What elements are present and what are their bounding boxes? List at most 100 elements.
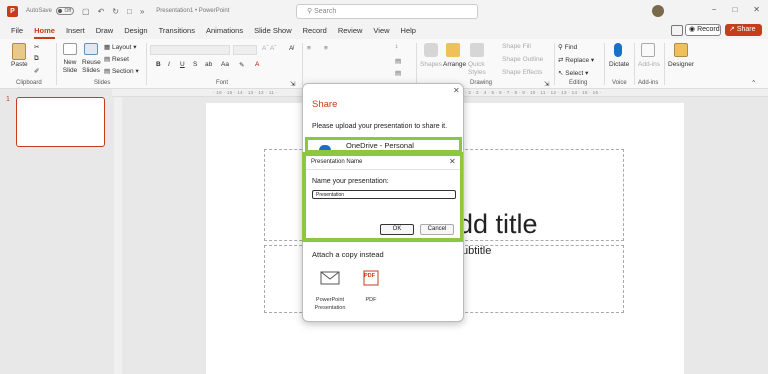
tab-home[interactable]: Home xyxy=(34,26,55,39)
voice-group-label: Voice xyxy=(612,80,627,86)
select-button[interactable]: ↖ Select ▾ xyxy=(558,69,588,77)
reset-label: Reset xyxy=(111,56,129,63)
highlight-icon[interactable]: ✎ xyxy=(239,61,244,69)
shapes-button[interactable]: Shapes xyxy=(420,61,442,68)
reuse-slides-icon[interactable] xyxy=(84,43,98,55)
subtitle-placeholder-text: ubtitle xyxy=(462,245,492,257)
paste-icon[interactable] xyxy=(12,43,26,60)
reuse-slides-button[interactable]: Reuse Slides xyxy=(82,59,101,75)
attach-pdf-option[interactable]: PDF xyxy=(361,296,381,304)
copy-icon[interactable]: ⧉ xyxy=(34,55,39,63)
cut-icon[interactable]: ✂ xyxy=(34,43,39,51)
tab-help[interactable]: Help xyxy=(401,26,416,35)
font-name-select[interactable] xyxy=(150,45,230,55)
change-case-button[interactable]: Aa xyxy=(221,61,229,68)
text-direction-icon[interactable]: ▤ xyxy=(395,69,401,77)
dialog-close-icon[interactable]: ✕ xyxy=(449,157,456,166)
format-painter-icon[interactable]: ✐ xyxy=(34,67,39,75)
slide-number: 1 xyxy=(6,96,10,103)
clear-format-icon[interactable]: A̸ xyxy=(289,45,293,52)
minimize-icon[interactable]: − xyxy=(712,5,717,14)
collapse-ribbon-icon[interactable]: ⌃ xyxy=(751,79,756,87)
bullets-icon[interactable]: ≡ xyxy=(307,45,311,52)
bold-button[interactable]: B xyxy=(156,61,161,68)
reset-button[interactable]: ▤ Reset xyxy=(104,55,129,63)
maximize-icon[interactable]: □ xyxy=(732,5,737,14)
tab-animations[interactable]: Animations xyxy=(206,26,243,35)
font-size-select[interactable] xyxy=(233,45,257,55)
ok-button[interactable]: OK xyxy=(380,224,414,235)
tab-transitions[interactable]: Transitions xyxy=(159,26,195,35)
attach-powerpoint-option[interactable]: PowerPoint Presentation xyxy=(311,296,349,312)
comments-icon[interactable] xyxy=(671,25,683,36)
envelope-icon[interactable] xyxy=(320,270,340,286)
layout-button[interactable]: ▦ Layout ▾ xyxy=(104,43,137,51)
arrange-button[interactable]: Arrange xyxy=(443,61,466,68)
underline-button[interactable]: U xyxy=(180,61,185,68)
undo-icon[interactable]: ↶ xyxy=(98,7,105,16)
select-label: Select xyxy=(565,70,584,77)
font-color-icon[interactable]: A xyxy=(255,61,259,68)
section-button[interactable]: ▤ Section ▾ xyxy=(104,67,139,75)
clipboard-group-label: Clipboard xyxy=(16,80,42,86)
quick-styles-icon[interactable] xyxy=(470,43,484,57)
present-icon[interactable]: □ xyxy=(127,7,132,16)
designer-button[interactable]: Designer xyxy=(668,61,694,68)
addins-button[interactable]: Add-ins xyxy=(638,61,660,68)
record-button[interactable]: ◉ Record xyxy=(685,24,721,36)
numbering-icon[interactable]: ≡ xyxy=(324,45,328,52)
avatar[interactable] xyxy=(652,5,664,17)
slide-thumbnail[interactable] xyxy=(16,97,105,147)
tab-view[interactable]: View xyxy=(373,26,389,35)
record-label: Record xyxy=(697,26,720,33)
shape-effects-button[interactable]: Shape Effects xyxy=(502,69,542,76)
character-spacing-button[interactable]: ab xyxy=(205,61,212,68)
tab-draw[interactable]: Draw xyxy=(96,26,114,35)
divider xyxy=(554,43,555,85)
tab-file[interactable]: File xyxy=(11,26,23,35)
share-icon: ↗ xyxy=(729,26,735,33)
microphone-icon[interactable] xyxy=(614,43,622,57)
search-input[interactable]: ⚲ Search xyxy=(296,4,478,19)
more-commands-icon[interactable]: » xyxy=(140,7,144,16)
slides-group-label: Slides xyxy=(94,80,111,86)
designer-icon[interactable] xyxy=(674,43,688,57)
onedrive-option[interactable]: OneDrive - Personal xyxy=(305,137,462,153)
line-spacing-icon[interactable]: ↕ xyxy=(395,43,398,50)
arrange-icon[interactable] xyxy=(446,43,460,57)
shapes-icon[interactable] xyxy=(424,43,438,57)
slide-thumbnails-pane: 1 xyxy=(0,89,112,374)
redo-icon[interactable]: ↻ xyxy=(112,7,119,16)
tab-slide-show[interactable]: Slide Show xyxy=(254,26,292,35)
quick-styles-button[interactable]: Quick Styles xyxy=(468,61,490,77)
share-button[interactable]: ↗ Share xyxy=(725,24,762,36)
font-dialog-icon[interactable]: ⇲ xyxy=(290,80,295,88)
ruler-ticks-left: · 16 · 15 · 14 · 13 · 12 · 11 · xyxy=(213,90,278,95)
title-placeholder-text: dd title xyxy=(458,209,538,239)
divider xyxy=(664,43,665,85)
italic-button[interactable]: I xyxy=(168,61,170,68)
addins-icon[interactable] xyxy=(641,43,655,57)
shape-fill-button[interactable]: Shape Fill xyxy=(502,43,531,50)
replace-button[interactable]: ⇄ Replace ▾ xyxy=(558,56,594,64)
find-button[interactable]: ⚲ Find xyxy=(558,43,577,51)
tab-review[interactable]: Review xyxy=(338,26,363,35)
paste-button[interactable]: Paste xyxy=(11,61,28,68)
save-icon[interactable]: ▢ xyxy=(82,7,90,16)
presentation-name-input[interactable] xyxy=(312,190,456,199)
new-slide-button[interactable]: New Slide xyxy=(60,59,80,75)
shape-outline-button[interactable]: Shape Outline xyxy=(502,56,543,63)
drawing-dialog-icon[interactable]: ⇲ xyxy=(544,80,549,88)
tab-record[interactable]: Record xyxy=(303,26,327,35)
close-icon[interactable]: ✕ xyxy=(753,5,760,14)
new-slide-icon[interactable] xyxy=(63,43,77,55)
strikethrough-button[interactable]: S xyxy=(193,61,197,68)
tab-design[interactable]: Design xyxy=(124,26,147,35)
dictate-button[interactable]: Dictate xyxy=(609,61,629,68)
autosave-toggle[interactable]: Off xyxy=(56,7,75,15)
cancel-button[interactable]: Cancel xyxy=(420,224,454,235)
align-icon[interactable]: ▤ xyxy=(395,57,401,65)
tab-insert[interactable]: Insert xyxy=(66,26,85,35)
close-icon[interactable]: ✕ xyxy=(453,86,460,95)
grow-font-icon[interactable]: Aˆ Aˇ xyxy=(262,45,276,52)
